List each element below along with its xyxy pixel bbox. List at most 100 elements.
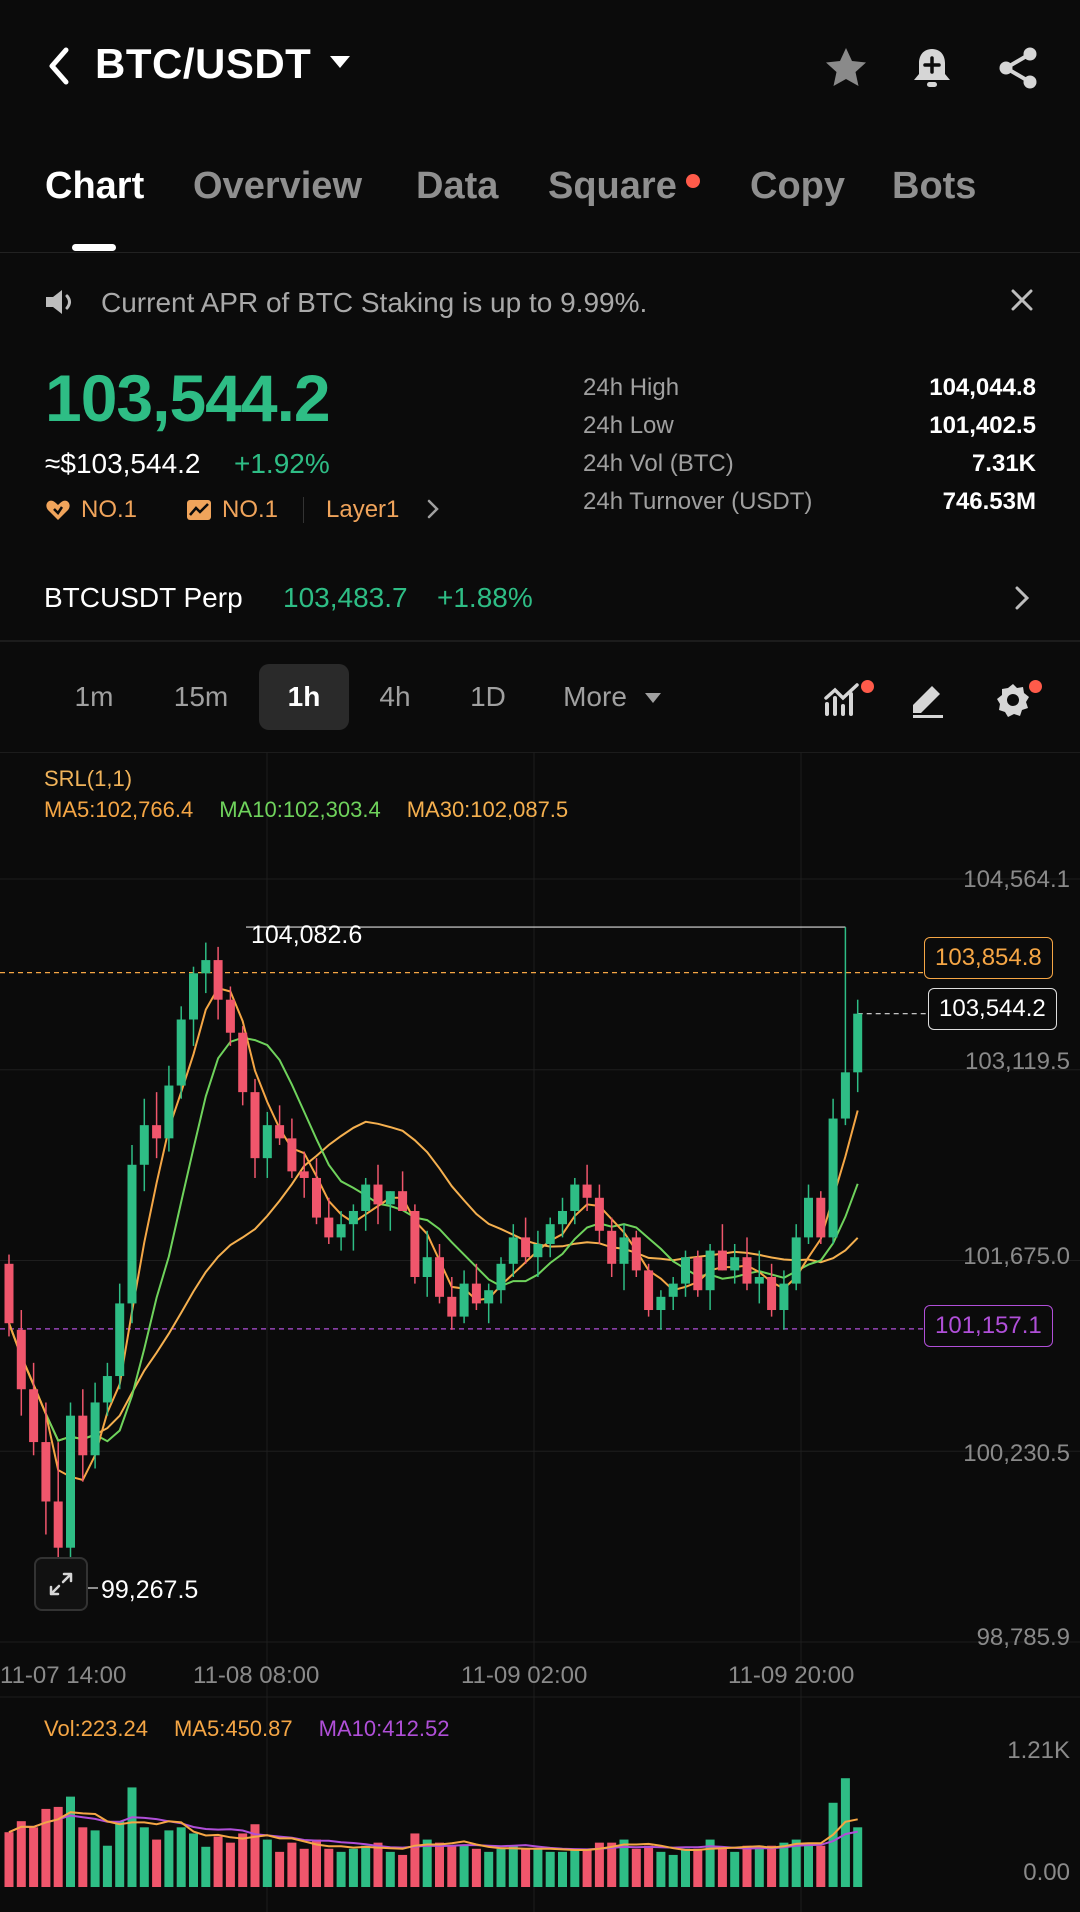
notification-dot xyxy=(1029,680,1042,693)
last-price-label[interactable]: 103,544.2 xyxy=(928,988,1057,1030)
last-price: 103,544.2 xyxy=(45,361,331,435)
volume-bar xyxy=(287,1842,297,1887)
volume-bar xyxy=(410,1833,420,1887)
candle xyxy=(853,1013,863,1073)
stat-value-vol: 7.31K xyxy=(971,450,1036,477)
candle xyxy=(164,1085,174,1139)
interval-1d[interactable]: 1D xyxy=(452,664,524,730)
candle xyxy=(594,1197,604,1231)
gear-icon[interactable] xyxy=(993,680,1033,725)
price-line-label[interactable]: 103,854.8 xyxy=(924,937,1053,979)
candle xyxy=(41,1442,51,1502)
candle xyxy=(582,1184,592,1198)
category-tag-label: Layer1 xyxy=(326,496,400,523)
candle xyxy=(336,1224,346,1238)
volume-bar xyxy=(447,1845,457,1887)
candle xyxy=(78,1415,88,1456)
notification-dot xyxy=(861,680,874,693)
volume-bar xyxy=(4,1832,14,1887)
volume-bar xyxy=(742,1845,752,1887)
candle xyxy=(791,1237,801,1284)
y-tick: 101,675.0 xyxy=(963,1243,1070,1270)
y-tick: 100,230.5 xyxy=(963,1440,1070,1467)
interval-1m[interactable]: 1m xyxy=(56,664,132,730)
share-icon[interactable] xyxy=(994,44,1042,97)
candle xyxy=(189,973,198,1020)
candle xyxy=(312,1177,321,1218)
volume-bar xyxy=(299,1848,309,1887)
volume-bar xyxy=(127,1787,137,1887)
volume-bar xyxy=(804,1842,813,1887)
tab-copy[interactable]: Copy xyxy=(750,165,845,208)
volume-bar xyxy=(29,1827,39,1887)
tab-data[interactable]: Data xyxy=(416,165,498,208)
volume-bar xyxy=(459,1845,469,1887)
vol-ma10-label: MA10:412.52 xyxy=(318,1716,450,1741)
candle xyxy=(348,1210,358,1225)
candle xyxy=(16,1329,26,1390)
interval-4h[interactable]: 4h xyxy=(362,664,428,730)
perp-label[interactable]: BTCUSDT Perp xyxy=(44,582,243,614)
category-tag[interactable]: Layer1 xyxy=(326,496,399,524)
candle xyxy=(705,1250,715,1291)
indicators-icon[interactable] xyxy=(823,680,863,725)
vol-label: Vol:223.24 xyxy=(44,1716,148,1741)
volume-bar xyxy=(754,1845,764,1887)
expand-icon[interactable] xyxy=(34,1557,88,1611)
notice-text[interactable]: Current APR of BTC Staking is up to 9.99… xyxy=(101,287,647,319)
heart-flame-icon xyxy=(46,500,70,520)
candle xyxy=(496,1263,506,1291)
pair-title[interactable]: BTC/USDT xyxy=(95,40,311,88)
stat-label-vol: 24h Vol (BTC) xyxy=(583,450,734,477)
volume-bar xyxy=(693,1848,703,1887)
star-icon[interactable] xyxy=(822,44,870,97)
candle xyxy=(225,999,235,1033)
candle xyxy=(521,1237,531,1258)
candle xyxy=(471,1283,481,1304)
candle xyxy=(398,1191,408,1211)
volume-bar xyxy=(238,1833,248,1887)
candle xyxy=(373,1184,383,1205)
back-icon[interactable] xyxy=(40,44,80,88)
candle xyxy=(607,1230,617,1264)
y-tick: 98,785.9 xyxy=(976,1624,1070,1651)
volume-bar xyxy=(164,1830,174,1887)
pencil-icon[interactable] xyxy=(908,680,948,725)
chevron-right-icon[interactable] xyxy=(425,498,441,525)
high-marker-label: 104,082.6 xyxy=(251,921,363,949)
volume-bar xyxy=(767,1845,777,1887)
tab-chart[interactable]: Chart xyxy=(45,165,144,208)
stat-value-turnover: 746.53M xyxy=(942,488,1036,515)
candle xyxy=(730,1257,740,1271)
chevron-right-icon[interactable] xyxy=(1008,582,1036,619)
candle xyxy=(767,1277,777,1311)
candle xyxy=(410,1210,420,1278)
usd-price: ≈$103,544.2 xyxy=(45,448,201,479)
pair-dropdown-icon[interactable] xyxy=(330,56,350,68)
rank-tag-2[interactable]: NO.1 xyxy=(186,496,278,524)
interval-more[interactable]: More xyxy=(550,664,640,730)
rank-tag-1[interactable]: NO.1 xyxy=(45,496,137,524)
tab-square[interactable]: Square xyxy=(548,165,677,208)
volume-bar xyxy=(484,1851,494,1887)
stat-label-turnover: 24h Turnover (USDT) xyxy=(583,488,813,515)
tab-bots[interactable]: Bots xyxy=(892,165,976,208)
candle xyxy=(275,1125,285,1139)
volume-bar xyxy=(533,1848,543,1887)
volume-bar xyxy=(668,1854,678,1887)
tab-overview[interactable]: Overview xyxy=(193,165,362,208)
interval-1h[interactable]: 1h xyxy=(259,664,349,730)
close-icon[interactable] xyxy=(1008,286,1036,319)
srl-indicator-label: SRL(1,1) xyxy=(44,766,133,791)
volume-bar xyxy=(644,1845,654,1887)
volume-bar xyxy=(558,1851,567,1887)
caret-down-icon[interactable] xyxy=(645,693,661,703)
stat-label-high: 24h High xyxy=(583,374,680,401)
volume-bar xyxy=(717,1848,727,1887)
price-line-label[interactable]: 101,157.1 xyxy=(924,1305,1053,1347)
bell-plus-icon[interactable] xyxy=(908,44,956,97)
interval-15m[interactable]: 15m xyxy=(158,664,244,730)
volume-bar xyxy=(582,1848,592,1887)
divider xyxy=(303,497,304,523)
candle xyxy=(250,1092,260,1159)
